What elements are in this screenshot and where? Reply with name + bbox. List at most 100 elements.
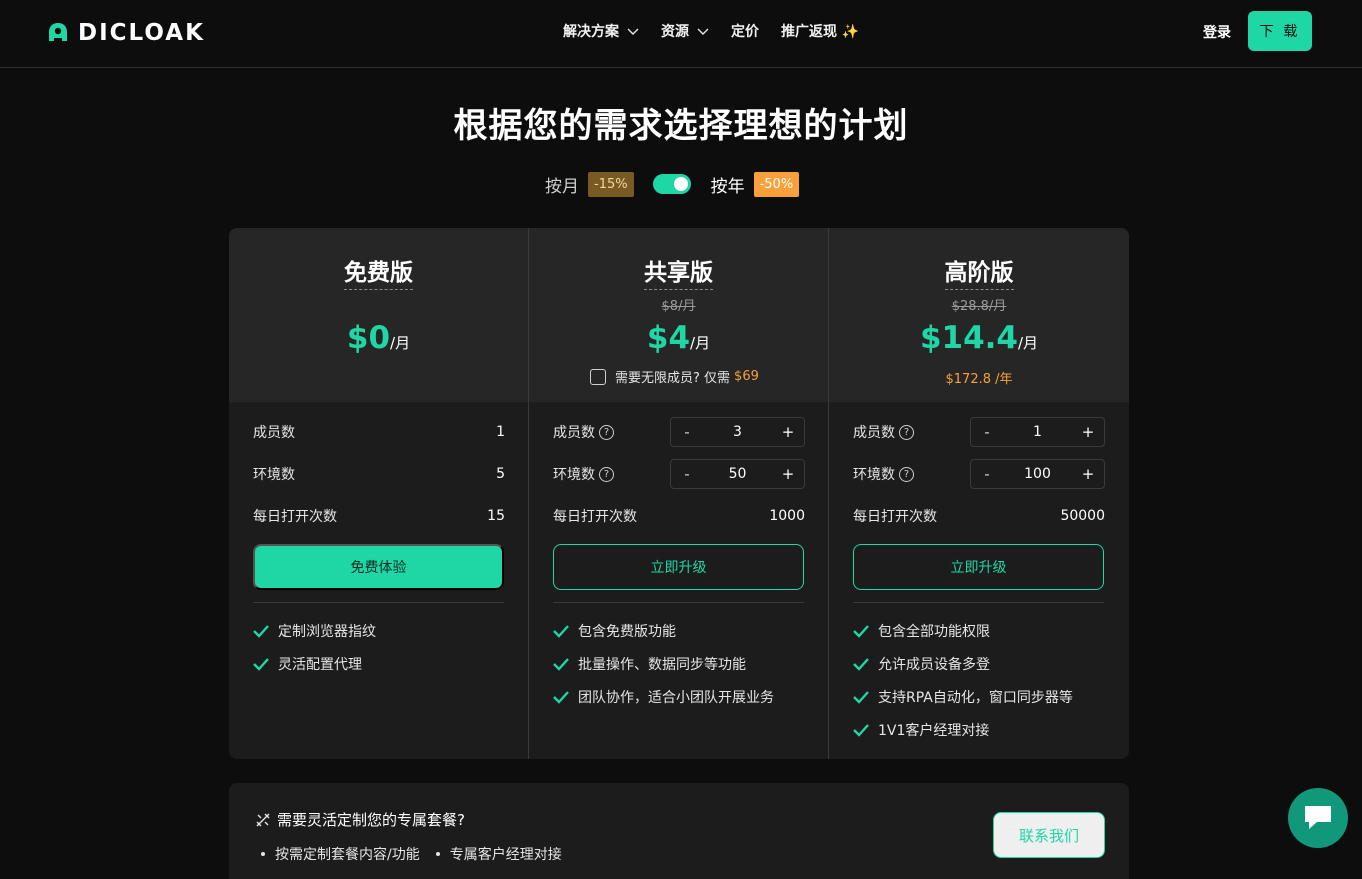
chat-button[interactable] bbox=[1288, 788, 1348, 848]
members-label: 成员数 bbox=[253, 425, 295, 441]
daily-opens-value: 50000 bbox=[1060, 508, 1105, 524]
chevron-down-icon bbox=[627, 28, 639, 35]
feature-item: 批量操作、数据同步等功能 bbox=[553, 647, 774, 680]
environments-label: 环境数 bbox=[253, 467, 295, 483]
environments-stepper: - 50 + bbox=[670, 459, 805, 489]
custom-plan-title: 需要灵活定制您的专属套餐? bbox=[255, 809, 465, 830]
yearly-label[interactable]: 按年 bbox=[711, 172, 745, 197]
decrement-button[interactable]: - bbox=[971, 465, 1003, 483]
logo[interactable]: DICLOAK bbox=[46, 19, 205, 47]
contact-us-button[interactable]: 联系我们 bbox=[993, 812, 1105, 858]
dicloak-logo-icon bbox=[49, 23, 67, 41]
unlimited-members-price: $69 bbox=[734, 369, 759, 384]
feature-list: 定制浏览器指纹 灵活配置代理 bbox=[253, 614, 376, 680]
members-stepper: - 3 + bbox=[670, 417, 805, 447]
logo-text: DICLOAK bbox=[78, 20, 205, 46]
check-icon bbox=[853, 723, 869, 737]
stepper-value[interactable]: 100 bbox=[1003, 466, 1072, 482]
plan-price: $14.4/月 bbox=[919, 320, 1039, 356]
nav-item-resources[interactable]: 资源 bbox=[661, 21, 709, 41]
custom-plan-bullets: 按需定制套餐内容/功能 专属客户经理对接 bbox=[261, 844, 578, 864]
billing-period-switch: 按月 -15% 按年 -50% bbox=[545, 171, 800, 197]
environments-value: 5 bbox=[496, 466, 505, 482]
feature-item: 1V1客户经理对接 bbox=[853, 713, 1073, 746]
stepper-value[interactable]: 3 bbox=[703, 424, 772, 440]
upgrade-button[interactable]: 立即升级 bbox=[853, 544, 1104, 590]
help-icon[interactable]: ? bbox=[599, 424, 614, 440]
check-icon bbox=[553, 690, 569, 704]
environments-row: 环境数? - 100 + bbox=[853, 459, 1105, 489]
divider bbox=[853, 602, 1104, 603]
daily-opens-value: 15 bbox=[487, 508, 505, 524]
divider bbox=[253, 602, 504, 603]
members-row: 成员数? - 1 + bbox=[853, 417, 1105, 447]
download-button[interactable]: 下 载 bbox=[1248, 11, 1312, 51]
increment-button[interactable]: + bbox=[772, 465, 804, 483]
chevron-down-icon bbox=[697, 28, 709, 35]
nav-item-affiliate[interactable]: 推广返现 ✨ bbox=[781, 21, 859, 41]
plan-price: $0/月 bbox=[346, 320, 411, 356]
daily-opens-label: 每日打开次数 bbox=[853, 509, 937, 525]
increment-button[interactable]: + bbox=[1072, 465, 1104, 483]
upgrade-button[interactable]: 立即升级 bbox=[553, 544, 804, 590]
bullet-item: 按需定制套餐内容/功能 bbox=[261, 844, 420, 864]
plan-header: 高阶版 $28.8/月 $14.4/月 $172.8 /年 bbox=[829, 228, 1129, 402]
environments-stepper: - 100 + bbox=[970, 459, 1105, 489]
plan-name: 共享版 bbox=[529, 253, 828, 290]
login-link[interactable]: 登录 bbox=[1203, 22, 1231, 42]
environments-row: 环境数? - 50 + bbox=[553, 459, 805, 489]
feature-item: 灵活配置代理 bbox=[253, 647, 376, 680]
help-icon[interactable]: ? bbox=[899, 466, 914, 482]
unlimited-members-option[interactable]: 需要无限成员? 仅需 $69 bbox=[590, 367, 759, 386]
chat-bubble-icon bbox=[1305, 806, 1331, 829]
help-icon[interactable]: ? bbox=[899, 424, 914, 440]
check-icon bbox=[553, 657, 569, 671]
original-price: $28.8/月 bbox=[951, 299, 1007, 314]
nav-item-pricing[interactable]: 定价 bbox=[731, 21, 759, 41]
nav-item-label: 推广返现 ✨ bbox=[781, 24, 860, 40]
feature-list: 包含免费版功能 批量操作、数据同步等功能 团队协作，适合小团队开展业务 bbox=[553, 614, 774, 713]
decrement-button[interactable]: - bbox=[971, 423, 1003, 441]
unlimited-members-checkbox[interactable] bbox=[590, 368, 606, 385]
nav-item-label: 定价 bbox=[731, 24, 759, 40]
check-icon bbox=[253, 624, 269, 638]
divider bbox=[553, 602, 804, 603]
help-icon[interactable]: ? bbox=[599, 466, 614, 482]
daily-opens-row: 每日打开次数 50000 bbox=[853, 501, 1105, 531]
monthly-label[interactable]: 按月 bbox=[545, 172, 579, 197]
feature-list: 包含全部功能权限 允许成员设备多登 支持RPA自动化，窗口同步器等 1V1客户经… bbox=[853, 614, 1073, 746]
stepper-value[interactable]: 1 bbox=[1003, 424, 1072, 440]
members-row: 成员数? - 3 + bbox=[553, 417, 805, 447]
nav-item-solutions[interactable]: 解决方案 bbox=[563, 21, 639, 41]
members-label: 成员数? bbox=[853, 422, 914, 442]
members-row: 成员数 1 bbox=[253, 417, 505, 447]
increment-button[interactable]: + bbox=[772, 423, 804, 441]
feature-item: 允许成员设备多登 bbox=[853, 647, 1073, 680]
feature-item: 支持RPA自动化，窗口同步器等 bbox=[853, 680, 1073, 713]
stepper-value[interactable]: 50 bbox=[703, 466, 772, 482]
free-trial-button[interactable]: 免费体验 bbox=[253, 544, 504, 590]
environments-label: 环境数? bbox=[553, 464, 614, 484]
daily-opens-row: 每日打开次数 15 bbox=[253, 501, 505, 531]
increment-button[interactable]: + bbox=[1072, 423, 1104, 441]
custom-plan-banner: 需要灵活定制您的专属套餐? 按需定制套餐内容/功能 专属客户经理对接 联系我们 bbox=[229, 783, 1129, 879]
decrement-button[interactable]: - bbox=[671, 465, 703, 483]
daily-opens-label: 每日打开次数 bbox=[253, 509, 337, 525]
members-label: 成员数? bbox=[553, 422, 614, 442]
check-icon bbox=[853, 657, 869, 671]
decrement-button[interactable]: - bbox=[671, 423, 703, 441]
members-value: 1 bbox=[496, 424, 505, 440]
feature-item: 包含免费版功能 bbox=[553, 614, 774, 647]
original-price: $8/月 bbox=[661, 299, 696, 314]
yearly-discount-badge: -50% bbox=[753, 171, 800, 197]
billing-toggle[interactable] bbox=[652, 174, 691, 194]
daily-opens-label: 每日打开次数 bbox=[553, 509, 637, 525]
environments-row: 环境数 5 bbox=[253, 459, 505, 489]
plan-header: 免费版 $0/月 bbox=[229, 228, 528, 402]
plan-name: 高阶版 bbox=[829, 253, 1129, 290]
members-stepper: - 1 + bbox=[970, 417, 1105, 447]
check-icon bbox=[853, 624, 869, 638]
yearly-price: $172.8 /年 bbox=[945, 372, 1013, 387]
feature-item: 定制浏览器指纹 bbox=[253, 614, 376, 647]
main-nav: 解决方案 资源 定价 推广返现 ✨ bbox=[563, 20, 881, 42]
